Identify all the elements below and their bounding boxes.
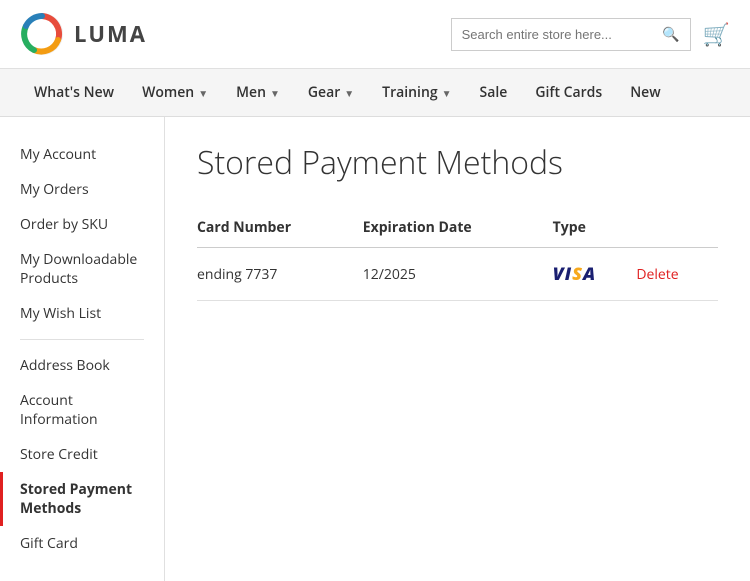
nav-item-new[interactable]: New [616, 69, 674, 116]
search-input[interactable] [462, 27, 663, 42]
search-icon: 🔍 [662, 25, 679, 44]
nav-item-training[interactable]: Training ▼ [368, 69, 465, 116]
logo-icon [20, 12, 64, 56]
nav-item-whats-new[interactable]: What's New [20, 69, 128, 116]
main-content: My Account My Orders Order by SKU My Dow… [0, 117, 750, 581]
header: LUMA 🔍 🛒 [0, 0, 750, 69]
sidebar-item-my-orders[interactable]: My Orders [0, 172, 164, 207]
delete-button[interactable]: Delete [636, 265, 678, 284]
chevron-down-icon: ▼ [198, 86, 208, 100]
nav-item-sale[interactable]: Sale [466, 69, 522, 116]
page-title: Stored Payment Methods [197, 141, 718, 184]
action-cell: Delete [636, 248, 718, 301]
chevron-down-icon: ▼ [344, 86, 354, 100]
payment-table: Card Number Expiration Date Type ending … [197, 208, 718, 301]
col-header-expiration-date: Expiration Date [363, 208, 553, 248]
nav-bar: What's New Women ▼ Men ▼ Gear ▼ Training… [0, 69, 750, 117]
nav-item-gift-cards[interactable]: Gift Cards [521, 69, 616, 116]
logo-text: LUMA [74, 19, 147, 49]
type-cell: VISA [553, 248, 637, 301]
sidebar-item-wish-list[interactable]: My Wish List [0, 296, 164, 331]
col-header-type: Type [553, 208, 637, 248]
sidebar-divider [20, 339, 144, 340]
table-header-row: Card Number Expiration Date Type [197, 208, 718, 248]
sidebar-item-stored-payment-methods[interactable]: Stored Payment Methods [0, 472, 164, 526]
sidebar-item-downloadable-products[interactable]: My Downloadable Products [0, 242, 164, 296]
sidebar-item-order-by-sku[interactable]: Order by SKU [0, 207, 164, 242]
nav-item-gear[interactable]: Gear ▼ [294, 69, 368, 116]
sidebar: My Account My Orders Order by SKU My Dow… [0, 117, 165, 581]
col-header-actions [636, 208, 718, 248]
sidebar-item-address-book[interactable]: Address Book [0, 348, 164, 383]
cart-icon[interactable]: 🛒 [703, 19, 730, 49]
logo-area: LUMA [20, 12, 147, 56]
chevron-down-icon: ▼ [442, 86, 452, 100]
nav-item-women[interactable]: Women ▼ [128, 69, 222, 116]
chevron-down-icon: ▼ [270, 86, 280, 100]
sidebar-item-account-information[interactable]: Account Information [0, 383, 164, 437]
sidebar-item-my-account[interactable]: My Account [0, 137, 164, 172]
expiration-date-cell: 12/2025 [363, 248, 553, 301]
card-number-cell: ending 7737 [197, 248, 363, 301]
sidebar-item-store-credit[interactable]: Store Credit [0, 437, 164, 472]
visa-logo: VISA [553, 262, 597, 286]
sidebar-item-gift-card[interactable]: Gift Card [0, 526, 164, 561]
nav-item-men[interactable]: Men ▼ [222, 69, 294, 116]
header-right: 🔍 🛒 [451, 18, 730, 51]
search-bar[interactable]: 🔍 [451, 18, 691, 51]
table-row: ending 7737 12/2025 VISA Delete [197, 248, 718, 301]
page-body: Stored Payment Methods Card Number Expir… [165, 117, 750, 581]
col-header-card-number: Card Number [197, 208, 363, 248]
